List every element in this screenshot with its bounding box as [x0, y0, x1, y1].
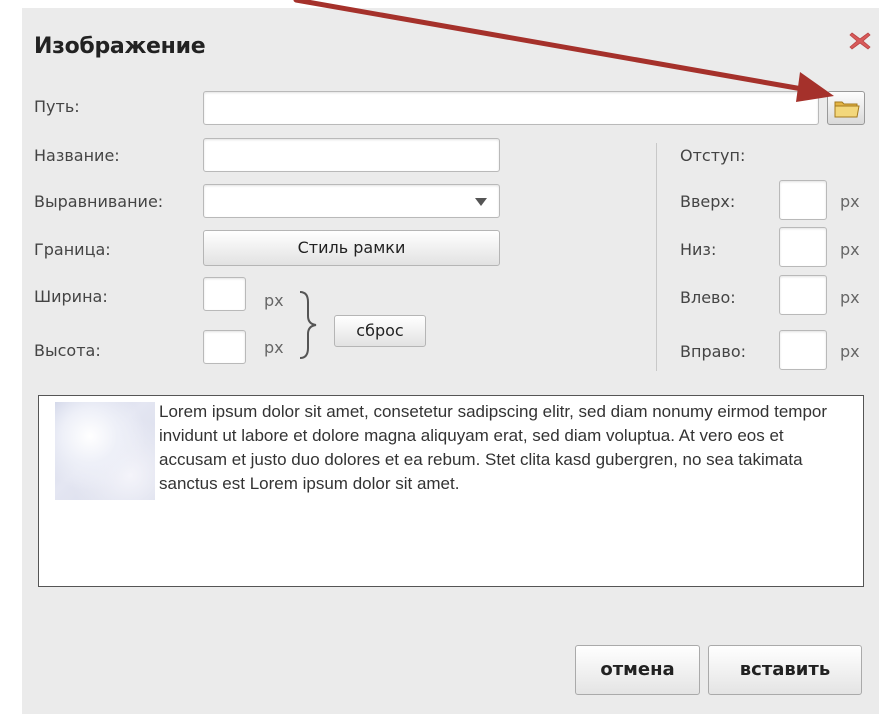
name-label: Название:: [34, 146, 120, 165]
close-icon[interactable]: [848, 30, 872, 52]
padding-top-unit: px: [840, 192, 860, 211]
align-select[interactable]: [203, 184, 500, 218]
reset-size-button[interactable]: сброс: [334, 315, 426, 347]
insert-button[interactable]: вставить: [708, 645, 862, 695]
padding-bottom-input[interactable]: [779, 227, 827, 267]
padding-left-unit: px: [840, 288, 860, 307]
cancel-button[interactable]: отмена: [575, 645, 700, 695]
border-label: Граница:: [34, 240, 111, 259]
padding-right-label: Вправо:: [680, 342, 747, 361]
chevron-down-icon: [475, 198, 487, 206]
width-label: Ширина:: [34, 287, 108, 306]
padding-right-unit: px: [840, 342, 860, 361]
preview-text: Lorem ipsum dolor sit amet, consetetur s…: [159, 402, 828, 493]
height-unit: px: [264, 338, 284, 357]
padding-left-label: Влево:: [680, 288, 736, 307]
padding-left-input[interactable]: [779, 275, 827, 315]
path-input[interactable]: [203, 91, 819, 125]
padding-bottom-unit: px: [840, 240, 860, 259]
path-label: Путь:: [34, 97, 80, 116]
dialog-title: Изображение: [34, 34, 206, 59]
padding-top-input[interactable]: [779, 180, 827, 220]
height-label: Высота:: [34, 341, 101, 360]
width-input[interactable]: [203, 277, 246, 311]
brace-icon: [299, 291, 317, 359]
browse-button[interactable]: [827, 91, 865, 125]
folder-icon: [834, 101, 860, 118]
align-label: Выравнивание:: [34, 192, 164, 211]
name-input[interactable]: [203, 138, 500, 172]
image-preview: Lorem ipsum dolor sit amet, consetetur s…: [38, 395, 864, 587]
height-input[interactable]: [203, 330, 246, 364]
padding-bottom-label: Низ:: [680, 240, 717, 259]
column-divider: [656, 143, 657, 371]
width-unit: px: [264, 291, 284, 310]
border-style-button[interactable]: Стиль рамки: [203, 230, 500, 266]
padding-right-input[interactable]: [779, 330, 827, 370]
padding-top-label: Вверх:: [680, 192, 736, 211]
preview-image: [55, 402, 155, 500]
padding-title: Отступ:: [680, 146, 746, 165]
